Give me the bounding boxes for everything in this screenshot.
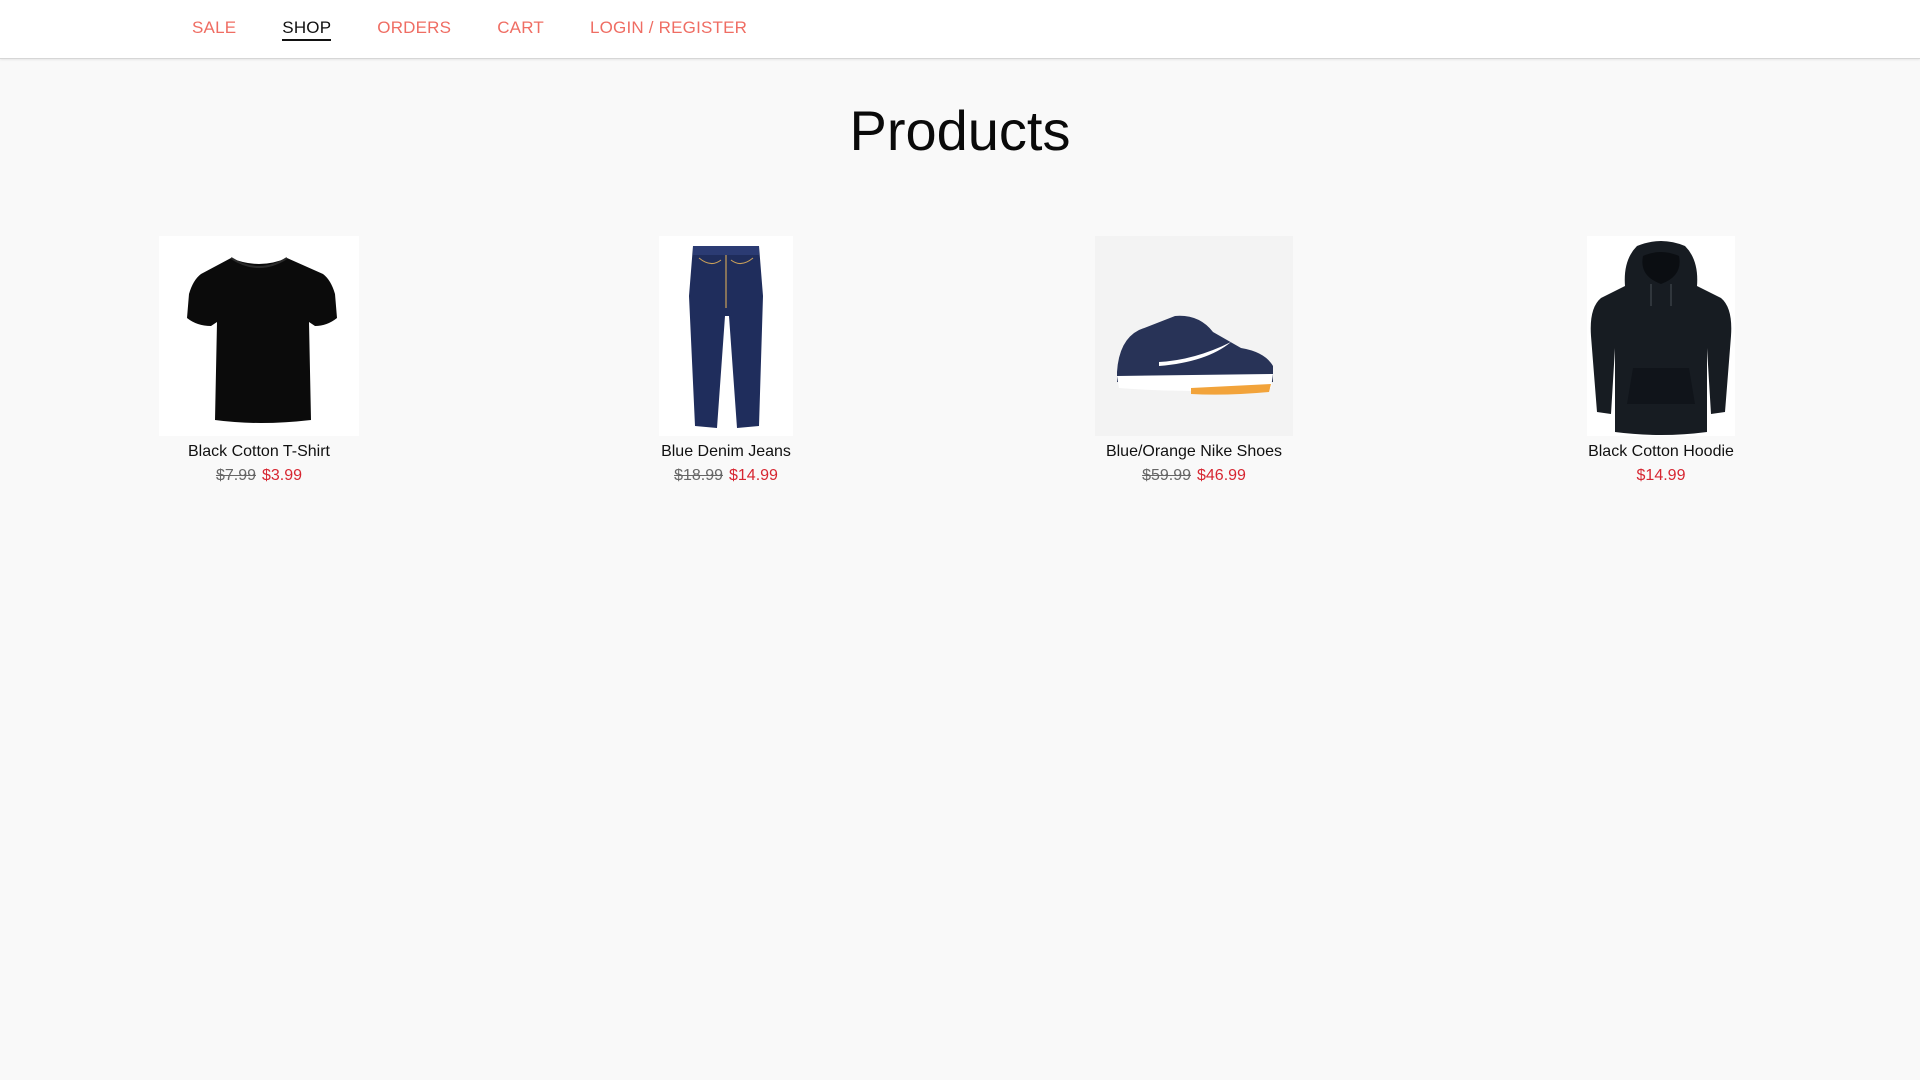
product-name[interactable]: Blue Denim Jeans — [626, 442, 826, 462]
product-prices: $18.99 $14.99 — [626, 466, 826, 486]
product-price: $14.99 — [729, 467, 778, 484]
main-nav: SALE SHOP ORDERS CART LOGIN / REGISTER — [192, 0, 793, 59]
shoes-image — [1117, 315, 1273, 395]
jeans-image — [689, 246, 763, 428]
page-title: Products — [849, 99, 1071, 162]
hoodie-image — [1590, 241, 1732, 435]
product-card[interactable]: Blue Denim Jeans $18.99 $14.99 — [626, 236, 826, 486]
product-card[interactable]: Blue/Orange Nike Shoes $59.99 $46.99 — [1094, 236, 1294, 486]
product-image-jeans[interactable] — [659, 236, 793, 436]
product-old-price: $59.99 — [1142, 467, 1191, 484]
product-prices: $59.99 $46.99 — [1094, 466, 1294, 486]
nav-link-cart[interactable]: CART — [497, 18, 544, 41]
product-card[interactable]: Black Cotton T-Shirt $7.99 $3.99 — [159, 236, 359, 486]
product-name[interactable]: Black Cotton T-Shirt — [159, 442, 359, 462]
nav-link-sale[interactable]: SALE — [192, 18, 236, 41]
product-old-price: $18.99 — [674, 467, 723, 484]
product-image-shoes[interactable] — [1095, 236, 1293, 436]
product-price: $14.99 — [1636, 467, 1686, 484]
product-image-hoodie[interactable] — [1587, 236, 1735, 436]
product-name[interactable]: Blue/Orange Nike Shoes — [1094, 442, 1294, 462]
tshirt-image — [187, 257, 337, 423]
top-navbar: SALE SHOP ORDERS CART LOGIN / REGISTER — [0, 0, 1920, 59]
nav-link-orders[interactable]: ORDERS — [377, 18, 451, 41]
product-name[interactable]: Black Cotton Hoodie — [1561, 442, 1761, 462]
product-old-price: $7.99 — [215, 467, 256, 484]
product-card[interactable]: Black Cotton Hoodie $14.99 — [1561, 236, 1761, 486]
product-price: $3.99 — [262, 467, 303, 484]
nav-link-login-register[interactable]: LOGIN / REGISTER — [590, 18, 747, 41]
product-image-tshirt[interactable] — [159, 236, 359, 436]
product-price: $46.99 — [1197, 467, 1246, 484]
nav-link-shop[interactable]: SHOP — [282, 18, 332, 41]
product-prices: $7.99 $3.99 — [159, 466, 359, 486]
product-prices: $14.99 — [1561, 466, 1761, 486]
